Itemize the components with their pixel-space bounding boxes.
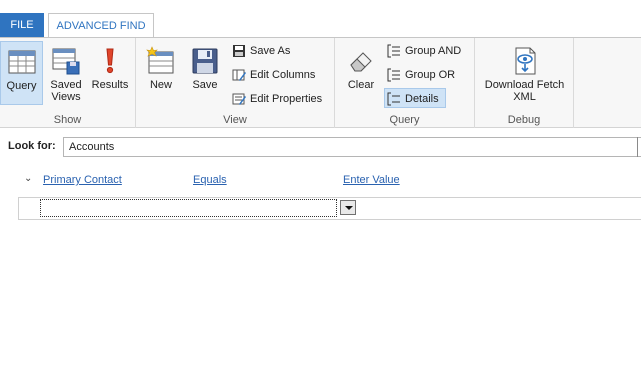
details-label: Details: [405, 93, 439, 105]
group-and-icon: [387, 44, 400, 58]
edit-properties-button[interactable]: Edit Properties: [230, 89, 322, 109]
save-as-label: Save As: [250, 45, 291, 57]
query-button[interactable]: Query: [0, 41, 43, 105]
tab-advanced-find[interactable]: ADVANCED FIND: [48, 13, 154, 38]
group-label-debug: Debug: [507, 114, 541, 126]
ribbon-group-query: Clear Group AND Group OR Details Query: [335, 38, 475, 128]
query-grid-icon: [8, 50, 35, 74]
results-label: Results: [91, 79, 129, 91]
chevron-down-icon[interactable]: ⌄: [24, 173, 32, 184]
saved-views-label-line1: Saved: [50, 79, 82, 91]
clear-label: Clear: [347, 79, 375, 91]
query-label: Query: [6, 80, 37, 92]
group-or-button[interactable]: Group OR: [385, 65, 455, 85]
look-for-value: Accounts: [69, 141, 115, 153]
ribbon-group-show: Query Saved Views Results Show: [0, 38, 136, 128]
exclamation-icon: [106, 48, 114, 74]
clear-button[interactable]: Clear: [341, 41, 381, 105]
ribbon-group-debug: Download Fetch XML Debug: [475, 38, 574, 128]
look-for-entity-select[interactable]: Accounts: [63, 137, 641, 157]
criteria-value-link[interactable]: Enter Value: [343, 174, 400, 186]
saved-views-label-line2: Views: [51, 91, 81, 103]
select-field-dropdown[interactable]: [40, 199, 337, 217]
look-for-row: Look for: Accounts: [0, 137, 641, 157]
saved-views-button[interactable]: Saved Views: [46, 41, 86, 105]
group-and-button[interactable]: Group AND: [385, 41, 461, 61]
download-xml-icon: [515, 47, 535, 75]
saved-views-icon: [52, 48, 80, 75]
edit-properties-icon: [232, 93, 246, 105]
criteria-operator-link[interactable]: Equals: [193, 174, 227, 186]
edit-properties-label: Edit Properties: [250, 93, 323, 105]
ribbon-tab-bar: FILE ADVANCED FIND: [0, 0, 641, 38]
group-label-view: View: [223, 114, 247, 126]
save-as-button[interactable]: Save As: [230, 41, 290, 61]
edit-columns-label: Edit Columns: [250, 69, 316, 81]
save-button[interactable]: Save: [186, 41, 224, 105]
save-as-icon: [233, 45, 245, 57]
group-and-label: Group AND: [405, 45, 462, 57]
floppy-disk-icon: [192, 48, 218, 74]
group-or-label: Group OR: [405, 69, 456, 81]
details-icon: [387, 92, 400, 106]
look-for-label: Look for:: [8, 140, 56, 152]
eraser-icon: [350, 52, 372, 72]
download-label-line1: Download Fetch: [484, 79, 565, 91]
group-label-query: Query: [389, 114, 420, 126]
group-label-show: Show: [53, 114, 82, 126]
save-label: Save: [192, 79, 218, 91]
new-condition-row: [18, 197, 641, 220]
look-for-dropdown-edge[interactable]: [637, 137, 641, 157]
results-button[interactable]: Results: [88, 41, 132, 105]
criteria-row: ⌄ Primary Contact Equals Enter Value: [0, 173, 641, 191]
ribbon-group-view: New Save Save As Edit Columns Edit Prope…: [136, 38, 335, 128]
new-button[interactable]: New: [142, 41, 180, 105]
details-button[interactable]: Details: [384, 88, 446, 108]
edit-columns-icon: [232, 69, 246, 81]
new-label: New: [149, 79, 172, 91]
new-view-icon: [146, 46, 174, 74]
dropdown-arrow-button[interactable]: [340, 200, 356, 215]
criteria-field-link[interactable]: Primary Contact: [43, 174, 122, 186]
download-label-line2: XML: [513, 91, 536, 103]
tab-file[interactable]: FILE: [0, 13, 44, 37]
download-fetch-xml-button[interactable]: Download Fetch XML: [477, 41, 572, 105]
group-or-icon: [387, 68, 400, 82]
edit-columns-button[interactable]: Edit Columns: [230, 65, 315, 85]
ribbon: Query Saved Views Results Show New Save …: [0, 37, 641, 128]
